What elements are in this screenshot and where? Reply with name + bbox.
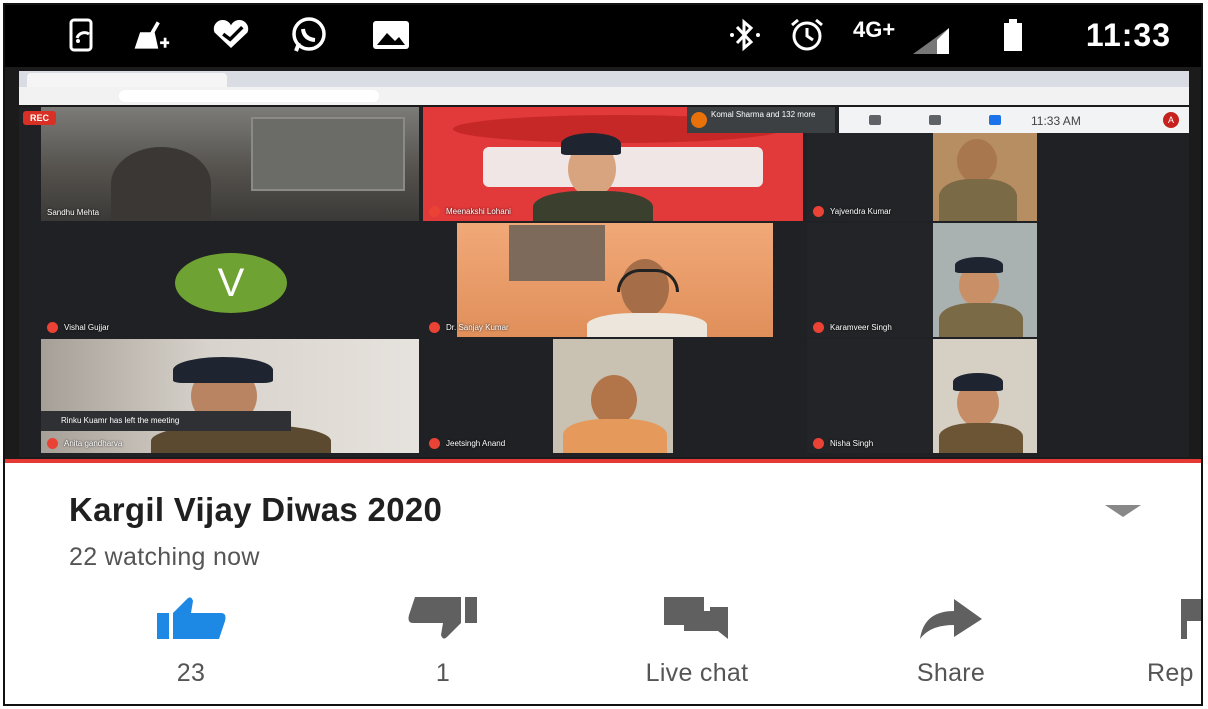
participant-avatar: V: [175, 253, 287, 313]
broom-icon: [131, 17, 171, 53]
participant-tile: Jeetsingh Anand: [423, 339, 803, 453]
left-meeting-toast: Rinku Kuamr has left the meeting: [41, 411, 291, 431]
status-bar: 4G+ 11:33: [5, 5, 1201, 67]
meet-toolbar: 11:33 AM A: [839, 107, 1189, 133]
like-button[interactable]: 23: [111, 593, 271, 688]
chat-icon: [989, 115, 1001, 125]
share-icon: [871, 593, 1031, 643]
participant-name: Yajvendra Kumar: [830, 207, 892, 216]
video-title: Kargil Vijay Diwas 2020: [69, 491, 443, 528]
rec-badge: REC: [23, 111, 57, 125]
flag-icon: [1123, 593, 1201, 643]
people-icon: [929, 115, 941, 125]
participant-name: Karamveer Singh: [830, 323, 892, 332]
live-chat-label: Live chat: [645, 659, 749, 687]
status-clock: 11:33: [1085, 17, 1171, 53]
like-count: 23: [176, 659, 206, 687]
info-icon: [869, 115, 881, 125]
browser-tab-strip: [19, 71, 1189, 87]
participant-tile: Dr. Sanjay Kumar: [423, 223, 803, 337]
presenter-text: Komal Sharma and 132 more: [711, 110, 816, 119]
chevron-down-icon[interactable]: [1105, 505, 1141, 517]
participant-name: Sandhu Mehta: [47, 208, 100, 217]
alarm-icon: [787, 17, 827, 53]
presenter-avatar: [691, 112, 707, 128]
participant-name: Jeetsingh Anand: [446, 439, 506, 448]
thumbs-down-icon: [363, 593, 523, 643]
participant-name: Meenakshi Lohani: [446, 207, 511, 216]
dislike-button[interactable]: 1: [363, 593, 523, 688]
participant-name: Anita gandharva: [64, 439, 123, 448]
participant-name: Dr. Sanjay Kumar: [446, 323, 509, 332]
participant-name: Vishal Gujjar: [64, 323, 110, 332]
bluetooth-icon: [725, 17, 765, 53]
report-button[interactable]: Rep: [1123, 593, 1201, 688]
share-button[interactable]: Share: [871, 593, 1031, 688]
heart-check-icon: [211, 17, 251, 53]
share-label: Share: [916, 659, 986, 687]
whatsapp-icon: [289, 17, 329, 53]
participant-tile: Nisha Singh: [807, 339, 1037, 453]
image-icon: [371, 17, 411, 53]
chat-icon: [617, 593, 777, 643]
video-info-panel: Kargil Vijay Diwas 2020 22 watching now …: [5, 463, 1201, 704]
signal-icon: [911, 23, 951, 59]
browser-address-bar: [19, 87, 1189, 105]
screen-cast-icon: [63, 17, 103, 53]
address-pill: [119, 90, 379, 102]
report-label: Rep: [1147, 659, 1194, 687]
participant-name: Nisha Singh: [830, 439, 874, 448]
meet-clock: 11:33 AM: [1031, 114, 1081, 128]
meet-grid: REC Komal Sharma and 132 more 11:33 AM A…: [19, 107, 1189, 457]
live-chat-button[interactable]: Live chat: [617, 593, 777, 688]
watching-count: 22 watching now: [69, 543, 260, 571]
network-type: 4G+: [853, 17, 896, 42]
browser-tab: [27, 73, 227, 87]
participant-tile: V Vishal Gujjar: [41, 223, 419, 337]
video-player[interactable]: REC Komal Sharma and 132 more 11:33 AM A…: [5, 67, 1201, 463]
participant-tile: Sandhu Mehta: [41, 107, 419, 221]
presenter-indicator: Komal Sharma and 132 more: [687, 107, 835, 133]
participant-tile: Rinku Kuamr has left the meeting Anita g…: [41, 339, 419, 453]
screenshot-frame: 4G+ 11:33 REC Komal Sharma and 132 more: [3, 3, 1203, 706]
account-avatar: A: [1163, 112, 1179, 128]
participant-tile: Yajvendra Kumar: [807, 133, 1037, 221]
battery-icon: [993, 17, 1033, 53]
participant-tile: Karamveer Singh: [807, 223, 1037, 337]
dislike-count: 1: [435, 659, 451, 687]
thumbs-up-icon: [111, 593, 271, 643]
